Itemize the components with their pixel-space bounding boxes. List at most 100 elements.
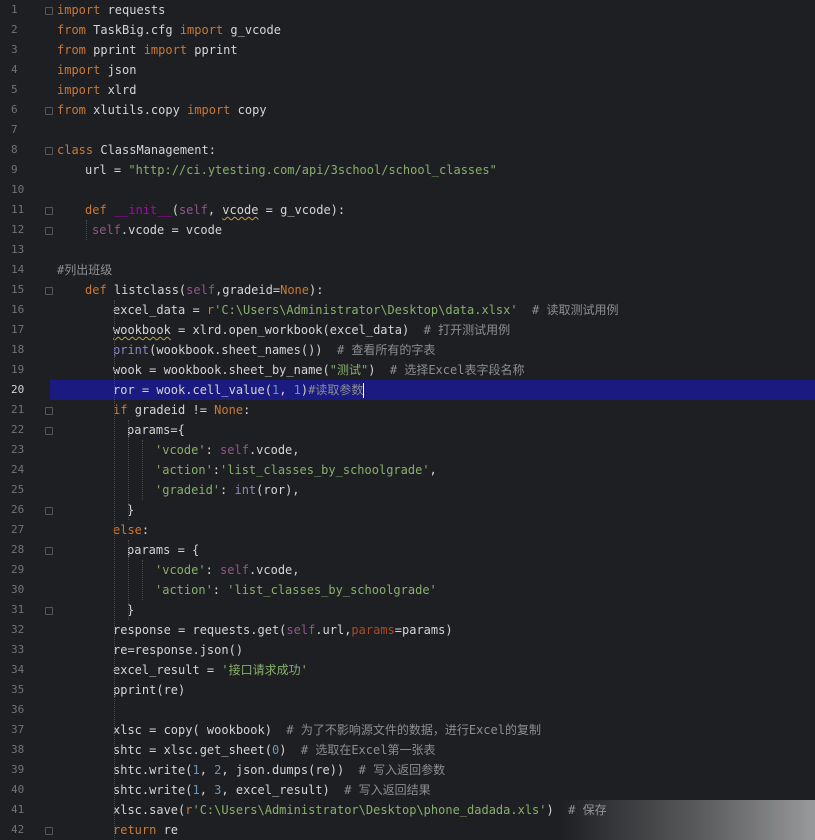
- line-number-text: 24: [11, 463, 25, 476]
- code-line[interactable]: pprint(re): [113, 680, 185, 700]
- code-line[interactable]: 'vcode': self.vcode,: [155, 440, 300, 460]
- code-line[interactable]: xlsc = copy( wookbook) # 为了不影响源文件的数据，进行E…: [113, 720, 541, 740]
- code-line[interactable]: wookbook = xlrd.open_workbook(excel_data…: [113, 320, 510, 340]
- fold-marker-icon[interactable]: [45, 427, 53, 435]
- fold-marker-icon[interactable]: [45, 407, 53, 415]
- code-line[interactable]: print(wookbook.sheet_names()) # 查看所有的字表: [113, 340, 435, 360]
- line-number: 4: [0, 60, 50, 80]
- code-line[interactable]: else:: [113, 520, 149, 540]
- code-token: excel_data =: [113, 303, 207, 317]
- code-line[interactable]: re=response.json(): [113, 640, 243, 660]
- code-line[interactable]: if gradeid != None:: [113, 400, 250, 420]
- code-line[interactable]: url = "http://ci.ytesting.com/api/3schoo…: [85, 160, 497, 180]
- line-number: 41: [0, 800, 50, 820]
- line-number-text: 26: [11, 503, 25, 516]
- code-token: # 写入返回参数: [344, 763, 446, 777]
- line-number-text: 23: [11, 443, 25, 456]
- line-number: 19: [0, 360, 50, 380]
- indent-guide: [128, 420, 129, 520]
- code-line[interactable]: xlsc.save(r'C:\Users\Administrator\Deskt…: [113, 800, 607, 820]
- fold-marker-icon[interactable]: [45, 107, 53, 115]
- line-number-text: 11: [11, 203, 25, 216]
- line-number-text: 19: [11, 363, 25, 376]
- fold-marker-icon[interactable]: [45, 147, 53, 155]
- code-line[interactable]: 'action': 'list_classes_by_schoolgrade': [155, 580, 437, 600]
- code-line[interactable]: import requests: [57, 0, 165, 20]
- line-number-gutter: 1 2 3 4 5 6 7 8 9 10 11 12 13 14 15 16 17 18 19 20 21 22 23 24 2…: [0, 0, 50, 840]
- code-token: 'C:\Users\Administrator\Desktop\data.xls…: [214, 303, 518, 317]
- code-token: 'list_classes_by_schoolgrade': [227, 583, 437, 597]
- code-area[interactable]: import requests from TaskBig.cfg import g…: [50, 0, 815, 840]
- code-token: vcode: [222, 203, 259, 217]
- line-number-text: 13: [11, 243, 25, 256]
- code-token: __init__: [113, 203, 172, 217]
- code-token: .vcode,: [248, 563, 300, 577]
- code-token: listclass(: [113, 283, 187, 297]
- fold-marker-icon[interactable]: [45, 207, 53, 215]
- code-line[interactable]: shtc.write(1, 3, excel_result) # 写入返回结果: [113, 780, 431, 800]
- code-line[interactable]: 'gradeid': int(ror),: [155, 480, 300, 500]
- code-line[interactable]: class ClassManagement:: [57, 140, 216, 160]
- line-number-text: 32: [11, 623, 25, 636]
- code-line[interactable]: 'action':'list_classes_by_schoolgrade',: [155, 460, 437, 480]
- code-line[interactable]: shtc.write(1, 2, json.dumps(re)) # 写入返回参…: [113, 760, 445, 780]
- code-line[interactable]: params={: [127, 420, 185, 440]
- code-token: ,: [207, 203, 223, 217]
- code-line[interactable]: #列出班级: [57, 260, 112, 280]
- code-token: 'vcode': [155, 563, 206, 577]
- code-token: xlutils.copy: [85, 103, 188, 117]
- line-number-text: 4: [11, 63, 18, 76]
- screenshot-fade: [560, 800, 815, 840]
- line-number: 38: [0, 740, 50, 760]
- code-line[interactable]: ror = wook.cell_value(1, 1)#读取参数: [113, 380, 365, 400]
- line-number-text: 7: [11, 123, 18, 136]
- indent-guide: [142, 560, 143, 600]
- line-number-text: 38: [11, 743, 25, 756]
- fold-marker-icon[interactable]: [45, 287, 53, 295]
- line-number: 30: [0, 580, 50, 600]
- fold-marker-icon[interactable]: [45, 547, 53, 555]
- code-line[interactable]: 'vcode': self.vcode,: [155, 560, 300, 580]
- line-number: 14: [0, 260, 50, 280]
- fold-marker-icon[interactable]: [45, 7, 53, 15]
- code-token: None: [214, 403, 244, 417]
- code-line[interactable]: import json: [57, 60, 136, 80]
- code-line[interactable]: wook = wookbook.sheet_by_name("测试") # 选择…: [113, 360, 524, 380]
- line-number-text: 17: [11, 323, 25, 336]
- code-token: import: [57, 63, 101, 77]
- code-token: ,gradeid=: [215, 283, 281, 297]
- code-token: xlrd: [100, 83, 137, 97]
- code-line[interactable]: response = requests.get(self.url,params=…: [113, 620, 453, 640]
- fold-marker-icon[interactable]: [45, 607, 53, 615]
- line-number: 26: [0, 500, 50, 520]
- code-editor[interactable]: 1 2 3 4 5 6 7 8 9 10 11 12 13 14 15 16 17 18 19 20 21 22 23 24 2…: [0, 0, 815, 840]
- code-line[interactable]: def __init__(self, vcode = g_vcode):: [85, 200, 345, 220]
- code-line[interactable]: from xlutils.copy import copy: [57, 100, 267, 120]
- code-token: params={: [127, 423, 185, 437]
- code-line[interactable]: import xlrd: [57, 80, 136, 100]
- code-line[interactable]: return re: [113, 820, 178, 840]
- fold-marker-icon[interactable]: [45, 507, 53, 515]
- code-line[interactable]: excel_data = r'C:\Users\Administrator\De…: [113, 300, 619, 320]
- line-number-text: 5: [11, 83, 18, 96]
- fold-marker-icon[interactable]: [45, 227, 53, 235]
- code-line[interactable]: from pprint import pprint: [57, 40, 238, 60]
- code-line[interactable]: params = {: [127, 540, 199, 560]
- code-line[interactable]: shtc = xlsc.get_sheet(0) # 选取在Excel第一张表: [113, 740, 435, 760]
- code-line[interactable]: from TaskBig.cfg import g_vcode: [57, 20, 281, 40]
- fold-marker-icon[interactable]: [45, 827, 53, 835]
- code-token: # 选择Excel表字段名称: [375, 363, 525, 377]
- code-token: :: [212, 463, 221, 477]
- code-line[interactable]: self.vcode = vcode: [92, 220, 222, 240]
- code-token: self: [92, 223, 121, 237]
- line-number-text: 1: [11, 3, 18, 16]
- code-line[interactable]: def listclass(self,gradeid=None):: [85, 280, 323, 300]
- line-number-text: 6: [11, 103, 18, 116]
- code-token: pprint: [187, 43, 238, 57]
- code-token: import: [187, 103, 231, 117]
- code-line[interactable]: excel_result = '接口请求成功': [113, 660, 308, 680]
- code-token: xlsc.save(: [113, 803, 186, 817]
- code-token: copy: [230, 103, 267, 117]
- indent-guide: [128, 540, 129, 620]
- code-token: :: [220, 483, 235, 497]
